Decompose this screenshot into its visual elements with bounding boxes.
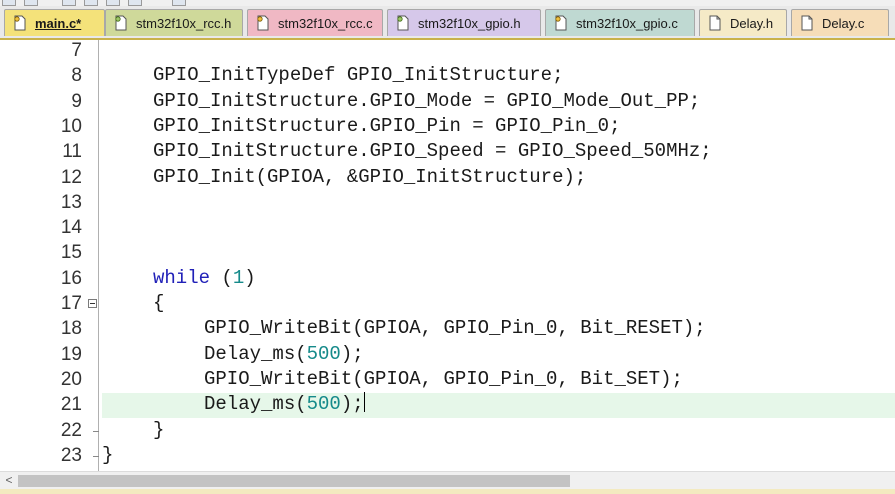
line-number: 21 <box>60 394 82 416</box>
fold-end-marker <box>93 430 99 432</box>
gutter-divider <box>98 40 99 472</box>
line-number: 7 <box>71 40 82 61</box>
tab-delay-h[interactable]: Delay.h <box>699 9 787 36</box>
tab-stm32f10x-gpio-h[interactable]: stm32f10x_gpio.h <box>387 9 541 36</box>
c-file-icon <box>13 15 27 31</box>
fold-end-marker <box>93 455 99 457</box>
document-icon <box>800 15 814 31</box>
c-file-icon <box>256 15 270 31</box>
code-editor[interactable]: 7 8 GPIO_InitTypeDef GPIO_InitStructure; 9 G… <box>0 40 895 472</box>
tab-delay-c[interactable]: Delay.c <box>791 9 889 36</box>
fold-collapse-icon[interactable] <box>88 299 97 308</box>
status-strip <box>0 489 895 494</box>
code-line[interactable]: GPIO_InitTypeDef GPIO_InitStructure; <box>153 63 563 88</box>
code-line[interactable]: { <box>153 291 164 316</box>
tab-label: stm32f10x_rcc.c <box>278 15 373 31</box>
line-number: 9 <box>71 90 82 112</box>
line-number: 8 <box>71 65 82 87</box>
line-number: 13 <box>60 191 82 213</box>
line-number: 12 <box>60 166 82 188</box>
line-number: 15 <box>60 242 82 264</box>
line-number: 10 <box>60 115 82 137</box>
scrollbar-thumb[interactable] <box>18 475 570 487</box>
line-number: 16 <box>60 267 82 289</box>
text-cursor <box>363 392 365 413</box>
code-line[interactable]: } <box>102 443 113 468</box>
tab-main-c[interactable]: main.c* <box>4 9 105 36</box>
header-file-icon <box>114 15 128 31</box>
line-number: 20 <box>60 368 82 390</box>
code-line[interactable]: GPIO_WriteBit(GPIOA, GPIO_Pin_0, Bit_RES… <box>204 316 706 341</box>
line-number: 18 <box>60 318 82 340</box>
tab-stm32f10x-rcc-c[interactable]: stm32f10x_rcc.c <box>247 9 383 36</box>
tab-stm32f10x-rcc-h[interactable]: stm32f10x_rcc.h <box>105 9 243 36</box>
line-number: 19 <box>60 343 82 365</box>
line-number: 14 <box>60 217 82 239</box>
code-line[interactable]: GPIO_Init(GPIOA, &GPIO_InitStructure); <box>153 165 586 190</box>
header-file-icon <box>396 15 410 31</box>
line-number: 22 <box>60 419 82 441</box>
file-tab-bar: main.c* stm32f10x_rcc.h stm32f10x_rcc.c stm… <box>0 6 895 40</box>
line-number: 11 <box>62 141 82 163</box>
line-number: 17 <box>60 293 82 314</box>
tab-label: main.c* <box>35 15 82 31</box>
code-line[interactable]: } <box>153 418 164 443</box>
line-number: 23 <box>60 444 82 466</box>
document-icon <box>708 15 722 31</box>
tab-label: stm32f10x_gpio.c <box>576 15 678 31</box>
code-line[interactable]: Delay_ms(500); <box>204 342 364 367</box>
code-line[interactable]: GPIO_InitStructure.GPIO_Speed = GPIO_Spe… <box>153 139 712 164</box>
tab-label: Delay.c <box>822 15 865 31</box>
horizontal-scrollbar[interactable]: < <box>0 471 895 489</box>
scroll-left-icon[interactable]: < <box>2 472 16 489</box>
code-line[interactable]: GPIO_WriteBit(GPIOA, GPIO_Pin_0, Bit_SET… <box>204 367 683 392</box>
tab-stm32f10x-gpio-c[interactable]: stm32f10x_gpio.c <box>545 9 695 36</box>
tab-label: stm32f10x_gpio.h <box>418 15 521 31</box>
code-line[interactable]: GPIO_InitStructure.GPIO_Pin = GPIO_Pin_0… <box>153 114 620 139</box>
code-line[interactable]: GPIO_InitStructure.GPIO_Mode = GPIO_Mode… <box>153 89 700 114</box>
tab-label: Delay.h <box>730 15 774 31</box>
tab-label: stm32f10x_rcc.h <box>136 15 232 31</box>
c-file-icon <box>554 15 568 31</box>
code-line[interactable]: Delay_ms(500); <box>204 392 365 417</box>
code-line[interactable]: while (1) <box>153 266 256 291</box>
